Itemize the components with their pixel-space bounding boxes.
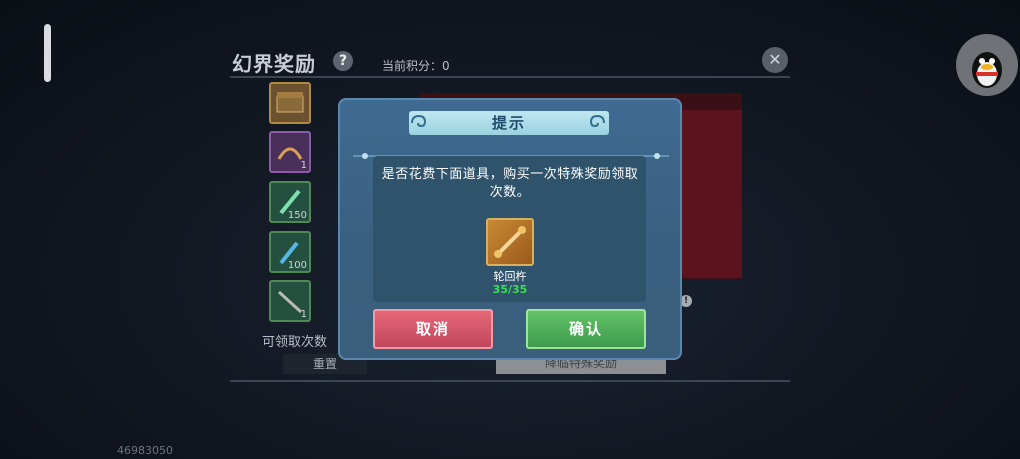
help-icon[interactable]: ? (333, 51, 353, 71)
reward-slot[interactable]: 1 (269, 131, 311, 173)
ornament-divider (353, 146, 669, 159)
confirm-button[interactable]: 确认 (526, 309, 646, 349)
dialog-title: 提示 (491, 114, 526, 132)
slot-count: 150 (287, 210, 307, 221)
divider-line (230, 380, 790, 382)
qq-avatar-icon[interactable] (956, 34, 1018, 96)
reward-slot[interactable]: 100 (269, 231, 311, 273)
score-display: 当前积分：0 (382, 57, 450, 74)
slot-count: 1 (300, 309, 307, 320)
claim-count-label: 可领取次数 (262, 335, 328, 350)
reward-slot[interactable]: 1 (269, 280, 311, 322)
score-label: 当前积分： (382, 59, 443, 73)
slot-count: 100 (287, 260, 307, 271)
side-slider-handle[interactable] (44, 24, 51, 82)
cancel-button[interactable]: 取消 (373, 309, 493, 349)
player-id: 46983050 (117, 444, 173, 457)
item-count: 35/35 (492, 283, 528, 296)
divider-line (230, 76, 790, 78)
score-value: 0 (442, 59, 450, 73)
slot-count: 1 (300, 160, 307, 171)
reward-slot[interactable] (269, 82, 311, 124)
close-icon[interactable]: ✕ (762, 47, 788, 73)
dialog-message: 是否花费下面道具，购买一次特殊奖励领取次数。 (381, 167, 639, 200)
reward-slot[interactable]: 150 (269, 181, 311, 223)
item-name: 轮回杵 (493, 270, 527, 283)
panel-title: 幻界奖励 (232, 52, 316, 76)
item-pestle-icon[interactable] (486, 218, 534, 266)
